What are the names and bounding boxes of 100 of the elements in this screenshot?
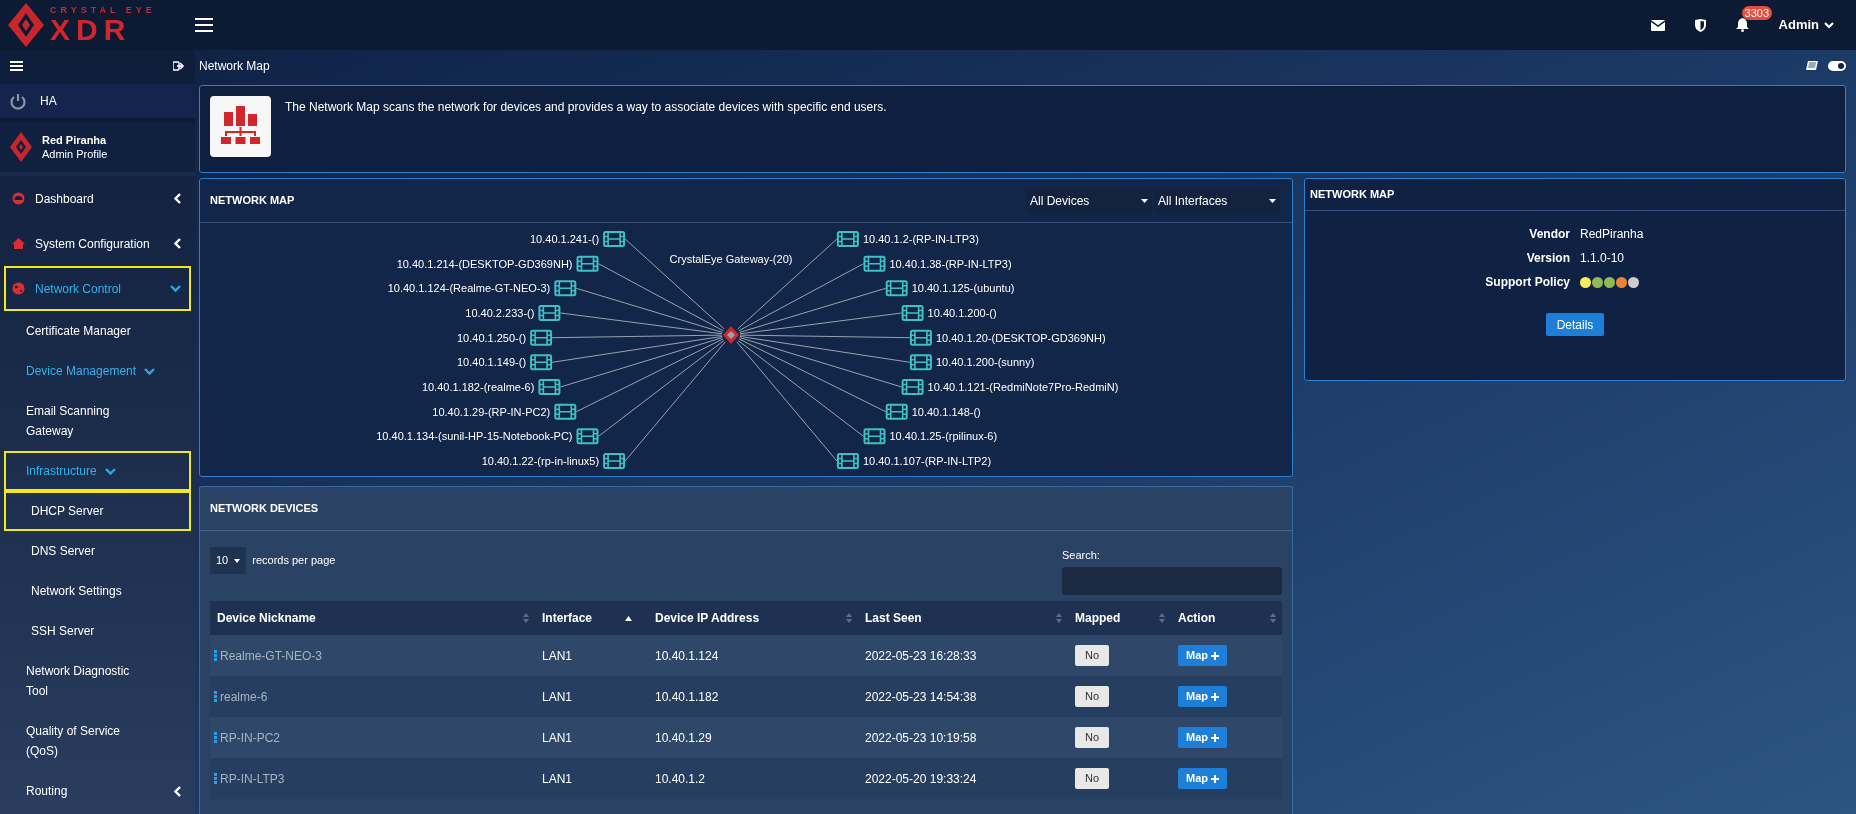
film-strip-icon[interactable]	[530, 329, 553, 346]
sidebar-item[interactable]: Quality of Service (QoS)	[4, 711, 191, 771]
film-strip-icon[interactable]	[901, 305, 924, 321]
map-button[interactable]: Map	[1178, 686, 1227, 707]
table-cell: 2022-05-20 19:33:24	[865, 771, 977, 786]
gateway-node-icon[interactable]	[723, 326, 739, 344]
toggle-switch[interactable]	[1828, 61, 1846, 71]
film-strip-icon[interactable]	[538, 379, 561, 395]
film-strip-icon[interactable]	[836, 453, 859, 469]
sidebar-item[interactable]: DNS Server	[4, 531, 191, 571]
plus-icon	[1211, 774, 1219, 783]
mapped-button[interactable]: No	[1075, 727, 1110, 748]
map-button[interactable]: Map	[1178, 645, 1227, 666]
sidebar-item[interactable]: Email Scanning Gateway	[4, 391, 191, 451]
film-strip-icon[interactable]	[554, 403, 577, 420]
sidebar-item[interactable]: System Configuration	[4, 221, 191, 266]
kebab-icon[interactable]	[214, 732, 217, 743]
ha-label: HA	[40, 93, 57, 110]
plus-icon	[1211, 651, 1219, 660]
kebab-icon[interactable]	[214, 773, 217, 784]
sidebar-item[interactable]: Network Control	[4, 266, 191, 311]
film-strip-icon[interactable]	[576, 428, 599, 445]
power-icon[interactable]	[10, 92, 26, 110]
film-strip-icon[interactable]	[863, 255, 886, 272]
column-header[interactable]: Last Seen	[858, 601, 1068, 635]
film-strip-icon[interactable]	[836, 231, 859, 247]
column-header[interactable]: Device Nickname	[210, 601, 535, 635]
field-label: Vendor	[1528, 226, 1570, 243]
mapped-button[interactable]: No	[1075, 645, 1110, 666]
search-label: Search:	[1062, 548, 1101, 563]
film-strip-icon[interactable]	[576, 255, 599, 272]
node-label: 10.40.1.241-()	[530, 233, 600, 245]
node-label: 10.40.1.20-(DESKTOP-GD369NH)	[935, 331, 1106, 344]
details-button[interactable]: Details	[1545, 313, 1605, 336]
column-header[interactable]: Interface	[535, 601, 648, 635]
search-field[interactable]	[1062, 566, 1282, 595]
node-label: 10.40.1.214-(DESKTOP-GD369NH)	[396, 257, 573, 270]
mapped-button[interactable]: No	[1075, 686, 1110, 707]
table-cell-text: RP-IN-LTP3	[220, 770, 285, 788]
sidebar-item[interactable]: Certificate Manager	[4, 311, 191, 351]
sidebar-item[interactable]: DHCP Server	[4, 491, 191, 531]
menu-icon[interactable]	[195, 18, 213, 32]
film-strip-icon[interactable]	[538, 305, 561, 321]
sidebar-item[interactable]: Network Diagnostic Tool	[4, 651, 191, 711]
table-cell: 10.40.1.182	[655, 689, 719, 704]
kebab-icon[interactable]	[214, 691, 217, 702]
notification-badge: 3303	[1741, 6, 1773, 20]
film-strip-icon[interactable]	[603, 453, 626, 469]
node-label: 10.40.1.200-(sunny)	[935, 356, 1035, 369]
mapped-button[interactable]: No	[1075, 768, 1110, 789]
film-strip-icon[interactable]	[885, 403, 908, 420]
user-menu[interactable]: Admin	[1778, 15, 1834, 35]
bell-icon[interactable]	[1735, 18, 1749, 32]
film-strip-icon[interactable]	[909, 329, 932, 346]
node-label: 10.40.1.182-(realme-6)	[421, 381, 535, 393]
node-label: 10.40.1.134-(sunil-HP-15-Notebook-PC)	[376, 430, 573, 443]
table-cell: LAN1	[542, 648, 573, 663]
node-label: 10.40.1.29-(RP-IN-PC2)	[432, 405, 551, 418]
shield-icon[interactable]	[1694, 18, 1706, 32]
sidebar-item[interactable]: Device Management	[4, 351, 191, 391]
film-strip-icon[interactable]	[530, 354, 553, 371]
filter-dropdown[interactable]: All Devices	[1026, 188, 1152, 213]
table-cell: 10.40.1.2	[655, 771, 706, 786]
sidebar-item[interactable]: Routing	[4, 771, 191, 811]
film-strip-icon[interactable]	[603, 231, 626, 247]
table-cell: 2022-05-23 10:19:58	[865, 730, 977, 745]
kebab-icon[interactable]	[214, 650, 217, 661]
node-label: 10.40.1.124-(Realme-GT-NEO-3)	[387, 282, 551, 295]
table-cell: 2022-05-23 16:28:33	[865, 648, 977, 663]
plus-icon	[1211, 733, 1219, 742]
sidebar-item[interactable]: Dashboard	[4, 176, 191, 221]
film-strip-icon[interactable]	[554, 280, 577, 297]
filter-dropdown[interactable]: All Interfaces	[1154, 188, 1280, 213]
table-cell: LAN1	[542, 689, 573, 704]
column-header[interactable]: Device IP Address	[648, 601, 858, 635]
sidebar-item[interactable]: Network Settings	[4, 571, 191, 611]
sign-out-icon[interactable]	[173, 61, 185, 71]
map-button[interactable]: Map	[1178, 768, 1227, 789]
sidebar-item[interactable]: Infrastructure	[4, 451, 191, 491]
menu-icon[interactable]	[10, 61, 23, 71]
film-strip-icon[interactable]	[901, 379, 924, 395]
sidebar-item[interactable]: SSH Server	[4, 611, 191, 651]
caret-icon	[1269, 198, 1276, 203]
field-value: RedPiranha	[1580, 226, 1645, 243]
node-label: 10.40.1.250-()	[457, 331, 527, 344]
column-header[interactable]: Mapped	[1068, 601, 1171, 635]
page-size-dropdown[interactable]: 10	[210, 547, 247, 574]
column-header[interactable]: Action	[1171, 601, 1282, 635]
node-label: 10.40.1.148-()	[911, 405, 981, 418]
map-button[interactable]: Map	[1178, 727, 1227, 748]
mail-icon[interactable]	[1650, 19, 1665, 31]
node-label: 10.40.1.25-(rpilinux-6)	[889, 430, 998, 443]
film-strip-icon[interactable]	[885, 280, 908, 297]
book-icon[interactable]	[1806, 60, 1818, 72]
film-strip-icon[interactable]	[909, 354, 932, 371]
panel-title: NETWORK MAP	[1310, 187, 1395, 203]
panel-title: NETWORK DEVICES	[210, 501, 319, 517]
panel-title: NETWORK MAP	[210, 193, 295, 209]
film-strip-icon[interactable]	[863, 428, 886, 445]
table-cell: 10.40.1.29	[655, 730, 712, 745]
